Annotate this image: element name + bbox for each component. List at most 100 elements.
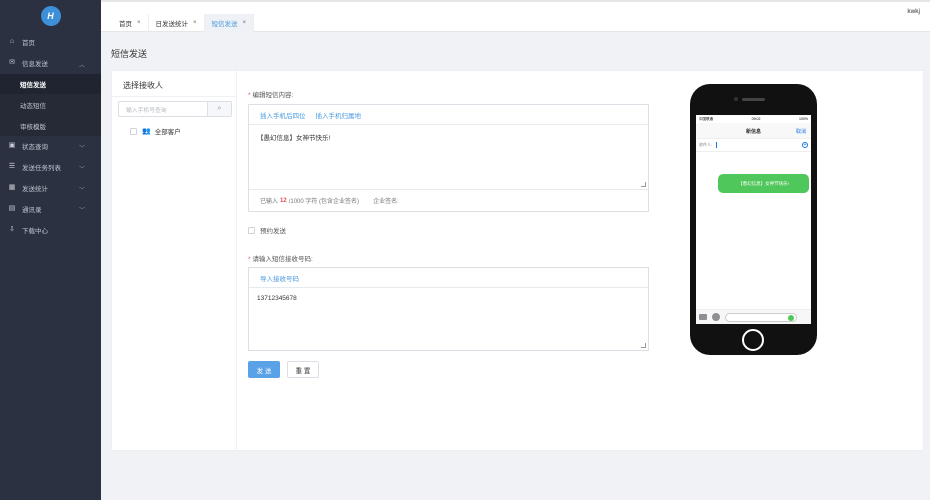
phone-statusbar: 中国联通 09:02 100% — [696, 115, 811, 123]
schedule-checkbox[interactable] — [248, 226, 255, 234]
sidebar-item-label: 状态查询 — [22, 144, 48, 152]
sidebar-item-status-query[interactable]: ▣ 状态查询 ﹀ — [0, 136, 101, 157]
user-name[interactable]: kwkj — [907, 8, 920, 15]
home-button — [742, 329, 764, 351]
download-icon: ⇩ — [9, 225, 15, 233]
content-text: 【愚幻信息】女神节快乐! — [257, 135, 331, 142]
required-mark: * — [248, 92, 251, 99]
sidebar-item-sms-send[interactable]: 短信发送 — [0, 73, 101, 95]
close-icon[interactable]: × — [193, 20, 197, 26]
char-count-number: 12 — [280, 197, 287, 204]
close-icon[interactable]: × — [243, 20, 247, 26]
phone-nav-title: 新信息 — [745, 129, 761, 135]
send-button[interactable]: 发 送 — [248, 361, 280, 378]
sidebar-item-message-send[interactable]: ✉ 信息发送 ︿ — [0, 53, 101, 74]
camera-icon — [699, 314, 707, 320]
phone-search-input[interactable]: 输入手机号查询 — [119, 102, 207, 116]
phone-input-bar — [696, 309, 811, 324]
sidebar-item-label: 首页 — [22, 40, 35, 48]
content-textarea[interactable]: 【愚幻信息】女神节快乐! — [249, 125, 648, 189]
appstore-icon — [712, 313, 720, 321]
phone-search: 输入手机号查询 ⌕ — [118, 101, 232, 117]
send-arrow-icon — [788, 314, 794, 321]
contacts-icon: ▤ — [8, 204, 16, 212]
tab-sms-send[interactable]: 短信发送 × — [204, 14, 255, 32]
chevron-down-icon: ﹀ — [78, 166, 85, 173]
insert-last4-button[interactable]: 插入手机后四位 — [260, 110, 306, 120]
required-mark: * — [248, 256, 251, 263]
sidebar-item-label: 审核模版 — [20, 123, 46, 131]
page-title: 短信发送 — [111, 49, 148, 59]
chat-icon: ▣ — [8, 142, 16, 150]
top-header: 首页 × 日发送统计 × 短信发送 × kwkj — [101, 0, 930, 32]
tab-label: 短信发送 — [211, 21, 238, 28]
phone-navbar: 新信息 取消 — [696, 123, 811, 139]
tab-home[interactable]: 首页 × — [112, 14, 149, 32]
carrier: 中国联通 — [699, 116, 713, 121]
close-icon[interactable]: × — [137, 20, 141, 26]
sidebar-item-label: 通讯录 — [22, 206, 42, 214]
tab-bar: 首页 × 日发送统计 × 短信发送 × — [112, 14, 255, 32]
tree-checkbox[interactable] — [130, 127, 137, 135]
message-icon: ✉ — [9, 59, 15, 67]
sidebar-item-download[interactable]: ⇩ 下载中心 — [0, 219, 101, 240]
reset-button[interactable]: 重 置 — [287, 361, 319, 378]
resize-handle[interactable] — [641, 343, 646, 348]
schedule-label: 预约发送 — [260, 228, 286, 235]
header-divider — [101, 0, 930, 2]
logo-area: H — [0, 0, 101, 32]
content-label: * 编辑短信内容: — [248, 92, 294, 99]
numbers-toolbar: 导入接收号码 — [249, 268, 648, 288]
logo: H — [40, 6, 61, 26]
main-card: 选择接收人 输入手机号查询 ⌕ 👥 全部客户 * 编辑短信内容: 插入手机后四位 … — [111, 70, 924, 451]
phone-time: 09:02 — [751, 117, 761, 121]
content-editor: 插入手机后四位 插入手机归属地 【愚幻信息】女神节快乐! 已输入 12 /100… — [248, 104, 649, 212]
numbers-textarea[interactable]: 13712345678 — [249, 288, 648, 350]
import-numbers-button[interactable]: 导入接收号码 — [260, 273, 299, 283]
phone-message-field — [725, 312, 797, 322]
battery: 100% — [799, 117, 808, 121]
resize-handle[interactable] — [641, 182, 646, 187]
recipient-panel: 选择接收人 输入手机号查询 ⌕ 👥 全部客户 — [112, 71, 237, 450]
sidebar-item-home[interactable]: ⌂ 首页 — [0, 32, 101, 53]
recipient-panel-title: 选择接收人 — [123, 81, 163, 90]
phone-cancel: 取消 — [795, 129, 806, 135]
sidebar-item-review-template[interactable]: 审核模版 — [0, 115, 101, 136]
home-icon: ⌂ — [9, 38, 15, 46]
numbers-text: 13712345678 — [257, 295, 297, 302]
phone-preview: 中国联通 09:02 100% 新信息 取消 收件人: + 【愚幻信息】女神节快… — [690, 84, 817, 355]
text-cursor — [716, 142, 718, 148]
panel-divider — [112, 96, 237, 97]
char-count: 已输入 12 /1000 字符 (包含企业签名) 企业签名: — [249, 189, 648, 211]
sidebar-item-label: 下载中心 — [22, 227, 48, 235]
sidebar-item-label: 信息发送 — [22, 61, 48, 69]
chevron-down-icon: ﹀ — [78, 145, 85, 152]
sidebar-item-label: 短信发送 — [20, 81, 46, 89]
phone-to-field: 收件人: + — [696, 139, 811, 152]
content-toolbar: 插入手机后四位 插入手机归属地 — [249, 105, 648, 125]
phone-screen: 中国联通 09:02 100% 新信息 取消 收件人: + 【愚幻信息】女神节快… — [696, 115, 811, 324]
tab-label: 日发送统计 — [155, 21, 189, 28]
sidebar-item-label: 发送统计 — [22, 185, 48, 193]
tab-daily-stats[interactable]: 日发送统计 × — [149, 14, 205, 32]
search-icon: ⌕ — [217, 105, 222, 112]
sidebar-item-dynamic-sms[interactable]: 动态短信 — [0, 94, 101, 116]
schedule-send[interactable]: 预约发送 — [248, 225, 286, 235]
search-button[interactable]: ⌕ — [207, 102, 231, 116]
sidebar-item-send-stats[interactable]: ▦ 发送统计 ﹀ — [0, 178, 101, 199]
plus-icon: + — [802, 142, 808, 148]
signature-label: 企业签名: — [373, 199, 399, 205]
sidebar-item-contacts[interactable]: ▤ 通讯录 ﹀ — [0, 198, 101, 219]
insert-location-button[interactable]: 插入手机归属地 — [316, 110, 362, 120]
sidebar-item-task-list[interactable]: ☰ 发送任务列表 ﹀ — [0, 157, 101, 178]
tree-item-all-customers[interactable]: 👥 全部客户 — [130, 126, 181, 136]
phone-speaker — [742, 98, 765, 101]
chevron-down-icon: ﹀ — [78, 187, 85, 194]
phone-to-label: 收件人: — [699, 142, 713, 147]
list-icon: ☰ — [8, 163, 16, 171]
numbers-label: * 请输入短信接收号码: — [248, 256, 313, 263]
chevron-up-icon: ︿ — [78, 62, 85, 69]
tree-item-label: 全部客户 — [154, 129, 181, 136]
sidebar-item-label: 动态短信 — [20, 102, 46, 110]
phone-camera — [734, 97, 738, 101]
